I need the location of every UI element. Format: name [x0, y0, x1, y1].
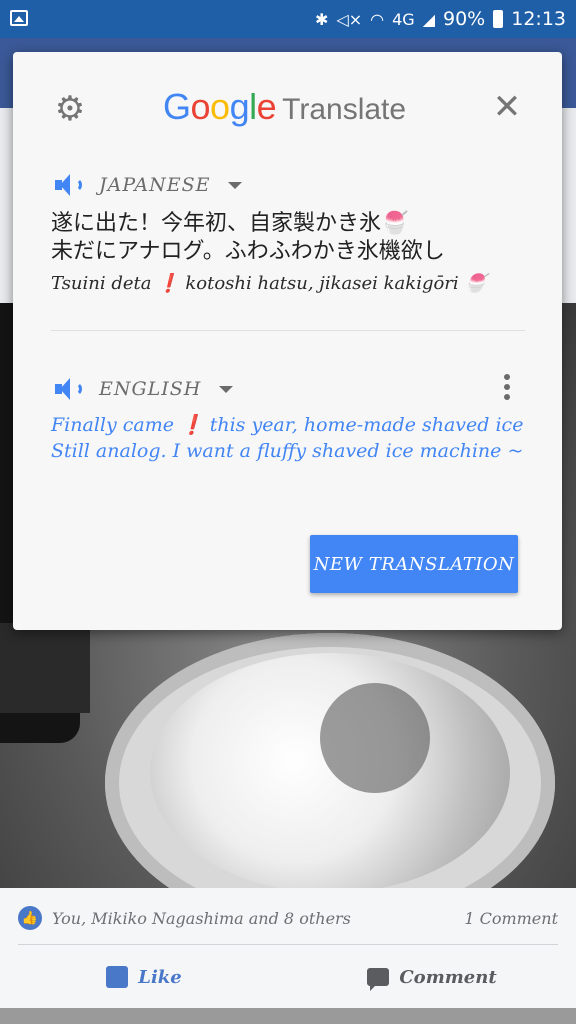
post-actions: Like Comment: [0, 952, 576, 1002]
source-text-line2: 未だにアナログ。ふわふわかき氷機欲し: [51, 239, 445, 260]
status-bar: ✱ ◁× ◠ 4G ◢ 90% 12:13: [0, 0, 576, 38]
gear-icon[interactable]: ⚙: [53, 92, 87, 126]
battery-icon: [493, 10, 504, 28]
clock: 12:13: [511, 8, 566, 30]
close-icon[interactable]: ✕: [490, 90, 524, 124]
translated-line1: Finally came ❗ this year, home-made shav…: [51, 414, 524, 436]
chevron-down-icon[interactable]: [228, 181, 243, 189]
status-icons: ✱ ◁× ◠ 4G ◢ 90% 12:13: [315, 6, 566, 32]
target-language-row: ENGLISH: [55, 374, 234, 404]
lte-icon: 4G: [392, 9, 415, 29]
thumbs-up-icon: [106, 966, 129, 988]
image-icon: [10, 10, 28, 26]
target-speaker-icon[interactable]: [55, 377, 82, 401]
divider: [18, 944, 558, 945]
comment-button[interactable]: Comment: [288, 966, 576, 991]
translated-line2: Still analog. I want a fluffy shaved ice…: [51, 440, 524, 462]
source-text-line1: 遂に出た！今年初、自家製かき氷🍧: [51, 211, 409, 236]
like-label: Like: [138, 966, 182, 988]
wifi-icon: ◠: [370, 9, 385, 29]
signal-icon: ◢: [422, 9, 435, 29]
comment-label: Comment: [399, 966, 497, 988]
reactions-text: You, Mikiko Nagashima and 8 others: [52, 908, 351, 928]
google-wordmark: Google: [163, 86, 277, 127]
divider: [51, 330, 525, 331]
comment-bubble-icon: [367, 968, 390, 991]
battery-percent: 90%: [443, 8, 486, 30]
target-language-selector[interactable]: ENGLISH: [99, 378, 201, 400]
new-translation-button[interactable]: NEW TRANSLATION: [310, 535, 518, 593]
source-speaker-icon[interactable]: [55, 173, 82, 197]
source-text[interactable]: 遂に出た！今年初、自家製かき氷🍧 未だにアナログ。ふわふわかき氷機欲し: [51, 210, 541, 260]
like-button[interactable]: Like: [0, 966, 288, 988]
bottom-strip: [0, 1008, 576, 1024]
like-badge-icon: 👍: [18, 906, 42, 930]
source-language-selector[interactable]: JAPANESE: [99, 174, 210, 196]
romanization-text: Tsuini deta ❗ kotoshi hatsu, jikasei kak…: [51, 273, 487, 294]
post-reactions-bar: 👍 You, Mikiko Nagashima and 8 others 1 C…: [0, 888, 576, 1008]
bluetooth-icon: ✱: [315, 9, 329, 29]
reactions-summary[interactable]: 👍 You, Mikiko Nagashima and 8 others 1 C…: [18, 904, 558, 932]
translate-card: ⚙ Google Translate ✕ JAPANESE 遂に出た！今年初、自…: [13, 52, 562, 630]
translate-wordmark: Translate: [282, 93, 407, 126]
source-language-row: JAPANESE: [55, 170, 243, 200]
google-translate-logo: Google Translate: [163, 86, 423, 130]
bottle-label-shape: [0, 623, 90, 713]
chevron-down-icon[interactable]: [219, 385, 234, 393]
more-options-icon[interactable]: [504, 374, 510, 400]
mute-icon: ◁×: [336, 9, 363, 29]
ice-shadow-shape: [320, 683, 430, 793]
translated-text[interactable]: Finally came ❗ this year, home-made shav…: [51, 412, 531, 522]
comment-count[interactable]: 1 Comment: [464, 909, 558, 928]
